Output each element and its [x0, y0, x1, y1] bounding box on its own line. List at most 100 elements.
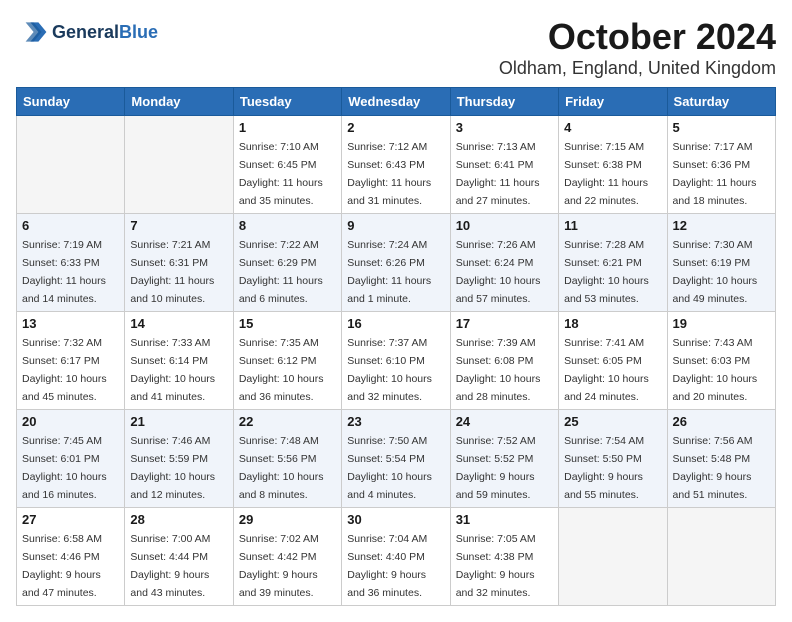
day-info: Sunrise: 7:48 AMSunset: 5:56 PMDaylight:… — [239, 435, 324, 501]
day-info: Sunrise: 7:02 AMSunset: 4:42 PMDaylight:… — [239, 533, 319, 599]
day-number: 23 — [347, 414, 444, 429]
day-number: 17 — [456, 316, 553, 331]
day-number: 26 — [673, 414, 770, 429]
day-info: Sunrise: 7:22 AMSunset: 6:29 PMDaylight:… — [239, 239, 323, 305]
day-info: Sunrise: 7:13 AMSunset: 6:41 PMDaylight:… — [456, 141, 540, 207]
day-number: 9 — [347, 218, 444, 233]
calendar-cell: 28 Sunrise: 7:00 AMSunset: 4:44 PMDayligh… — [125, 508, 233, 606]
calendar-cell: 9 Sunrise: 7:24 AMSunset: 6:26 PMDaylight… — [342, 214, 450, 312]
calendar-cell — [559, 508, 667, 606]
calendar-cell: 24 Sunrise: 7:52 AMSunset: 5:52 PMDayligh… — [450, 410, 558, 508]
day-number: 5 — [673, 120, 770, 135]
calendar-cell: 1 Sunrise: 7:10 AMSunset: 6:45 PMDaylight… — [233, 116, 341, 214]
day-info: Sunrise: 7:30 AMSunset: 6:19 PMDaylight:… — [673, 239, 758, 305]
day-number: 29 — [239, 512, 336, 527]
calendar-cell: 5 Sunrise: 7:17 AMSunset: 6:36 PMDaylight… — [667, 116, 775, 214]
day-number: 20 — [22, 414, 119, 429]
day-number: 7 — [130, 218, 227, 233]
calendar-cell: 2Sunrise: 7:12 AMSunset: 6:43 PMDaylight… — [342, 116, 450, 214]
day-number: 16 — [347, 316, 444, 331]
day-number: 30 — [347, 512, 444, 527]
day-number: 15 — [239, 316, 336, 331]
day-info: Sunrise: 7:39 AMSunset: 6:08 PMDaylight:… — [456, 337, 541, 403]
calendar-cell: 25 Sunrise: 7:54 AMSunset: 5:50 PMDayligh… — [559, 410, 667, 508]
calendar-cell — [667, 508, 775, 606]
day-info: Sunrise: 7:43 AMSunset: 6:03 PMDaylight:… — [673, 337, 758, 403]
calendar-cell: 18Sunrise: 7:41 AMSunset: 6:05 PMDayligh… — [559, 312, 667, 410]
day-info: Sunrise: 7:17 AMSunset: 6:36 PMDaylight:… — [673, 141, 757, 207]
calendar-week-row: 27Sunrise: 6:58 AMSunset: 4:46 PMDayligh… — [17, 508, 776, 606]
calendar-cell: 14 Sunrise: 7:33 AMSunset: 6:14 PMDayligh… — [125, 312, 233, 410]
calendar-cell: 10 Sunrise: 7:26 AMSunset: 6:24 PMDayligh… — [450, 214, 558, 312]
calendar-cell: 11Sunrise: 7:28 AMSunset: 6:21 PMDayligh… — [559, 214, 667, 312]
day-info: Sunrise: 7:37 AMSunset: 6:10 PMDaylight:… — [347, 337, 432, 403]
day-info: Sunrise: 7:15 AMSunset: 6:38 PMDaylight:… — [564, 141, 648, 207]
calendar-cell — [17, 116, 125, 214]
day-info: Sunrise: 7:52 AMSunset: 5:52 PMDaylight:… — [456, 435, 536, 501]
day-number: 10 — [456, 218, 553, 233]
logo-text-blue: Blue — [119, 22, 158, 42]
logo-text-general: General — [52, 22, 119, 42]
header-cell-monday: Monday — [125, 88, 233, 116]
page-header: GeneralBlue October 2024 Oldham, England… — [16, 16, 776, 79]
day-info: Sunrise: 6:58 AMSunset: 4:46 PMDaylight:… — [22, 533, 102, 599]
day-info: Sunrise: 7:50 AMSunset: 5:54 PMDaylight:… — [347, 435, 432, 501]
calendar-table: SundayMondayTuesdayWednesdayThursdayFrid… — [16, 87, 776, 606]
header-cell-wednesday: Wednesday — [342, 88, 450, 116]
calendar-cell: 7 Sunrise: 7:21 AMSunset: 6:31 PMDaylight… — [125, 214, 233, 312]
calendar-cell — [125, 116, 233, 214]
calendar-cell: 15 Sunrise: 7:35 AMSunset: 6:12 PMDayligh… — [233, 312, 341, 410]
day-number: 8 — [239, 218, 336, 233]
logo: GeneralBlue — [16, 16, 158, 48]
day-number: 13 — [22, 316, 119, 331]
calendar-cell: 12Sunrise: 7:30 AMSunset: 6:19 PMDayligh… — [667, 214, 775, 312]
calendar-cell: 3 Sunrise: 7:13 AMSunset: 6:41 PMDaylight… — [450, 116, 558, 214]
day-info: Sunrise: 7:21 AMSunset: 6:31 PMDaylight:… — [130, 239, 214, 305]
day-info: Sunrise: 7:26 AMSunset: 6:24 PMDaylight:… — [456, 239, 541, 305]
calendar-cell: 4 Sunrise: 7:15 AMSunset: 6:38 PMDaylight… — [559, 116, 667, 214]
day-info: Sunrise: 7:05 AMSunset: 4:38 PMDaylight:… — [456, 533, 536, 599]
logo-icon — [16, 16, 48, 48]
day-number: 24 — [456, 414, 553, 429]
day-number: 1 — [239, 120, 336, 135]
header-cell-sunday: Sunday — [17, 88, 125, 116]
calendar-cell: 21Sunrise: 7:46 AMSunset: 5:59 PMDayligh… — [125, 410, 233, 508]
calendar-cell: 26 Sunrise: 7:56 AMSunset: 5:48 PMDayligh… — [667, 410, 775, 508]
day-number: 28 — [130, 512, 227, 527]
header-row: SundayMondayTuesdayWednesdayThursdayFrid… — [17, 88, 776, 116]
day-info: Sunrise: 7:33 AMSunset: 6:14 PMDaylight:… — [130, 337, 215, 403]
day-info: Sunrise: 7:54 AMSunset: 5:50 PMDaylight:… — [564, 435, 644, 501]
day-info: Sunrise: 7:12 AMSunset: 6:43 PMDaylight:… — [347, 141, 431, 207]
day-info: Sunrise: 7:24 AMSunset: 6:26 PMDaylight:… — [347, 239, 431, 305]
calendar-week-row: 20 Sunrise: 7:45 AMSunset: 6:01 PMDayligh… — [17, 410, 776, 508]
day-info: Sunrise: 7:32 AMSunset: 6:17 PMDaylight:… — [22, 337, 107, 403]
day-info: Sunrise: 7:56 AMSunset: 5:48 PMDaylight:… — [673, 435, 753, 501]
title-section: October 2024 Oldham, England, United Kin… — [499, 16, 776, 79]
calendar-week-row: 13 Sunrise: 7:32 AMSunset: 6:17 PMDayligh… — [17, 312, 776, 410]
day-number: 18 — [564, 316, 661, 331]
day-number: 6 — [22, 218, 119, 233]
calendar-cell: 13 Sunrise: 7:32 AMSunset: 6:17 PMDayligh… — [17, 312, 125, 410]
calendar-cell: 27Sunrise: 6:58 AMSunset: 4:46 PMDayligh… — [17, 508, 125, 606]
calendar-cell: 16 Sunrise: 7:37 AMSunset: 6:10 PMDayligh… — [342, 312, 450, 410]
day-info: Sunrise: 7:45 AMSunset: 6:01 PMDaylight:… — [22, 435, 107, 501]
day-info: Sunrise: 7:10 AMSunset: 6:45 PMDaylight:… — [239, 141, 323, 207]
day-info: Sunrise: 7:00 AMSunset: 4:44 PMDaylight:… — [130, 533, 210, 599]
calendar-cell: 30 Sunrise: 7:04 AMSunset: 4:40 PMDayligh… — [342, 508, 450, 606]
day-number: 19 — [673, 316, 770, 331]
calendar-cell: 19 Sunrise: 7:43 AMSunset: 6:03 PMDayligh… — [667, 312, 775, 410]
calendar-cell: 29 Sunrise: 7:02 AMSunset: 4:42 PMDayligh… — [233, 508, 341, 606]
calendar-cell: 23 Sunrise: 7:50 AMSunset: 5:54 PMDayligh… — [342, 410, 450, 508]
day-info: Sunrise: 7:04 AMSunset: 4:40 PMDaylight:… — [347, 533, 427, 599]
day-number: 22 — [239, 414, 336, 429]
calendar-week-row: 6Sunrise: 7:19 AMSunset: 6:33 PMDaylight… — [17, 214, 776, 312]
day-number: 14 — [130, 316, 227, 331]
calendar-cell: 17 Sunrise: 7:39 AMSunset: 6:08 PMDayligh… — [450, 312, 558, 410]
header-cell-saturday: Saturday — [667, 88, 775, 116]
day-number: 31 — [456, 512, 553, 527]
day-number: 3 — [456, 120, 553, 135]
day-info: Sunrise: 7:35 AMSunset: 6:12 PMDaylight:… — [239, 337, 324, 403]
calendar-cell: 8 Sunrise: 7:22 AMSunset: 6:29 PMDaylight… — [233, 214, 341, 312]
day-number: 4 — [564, 120, 661, 135]
day-number: 25 — [564, 414, 661, 429]
